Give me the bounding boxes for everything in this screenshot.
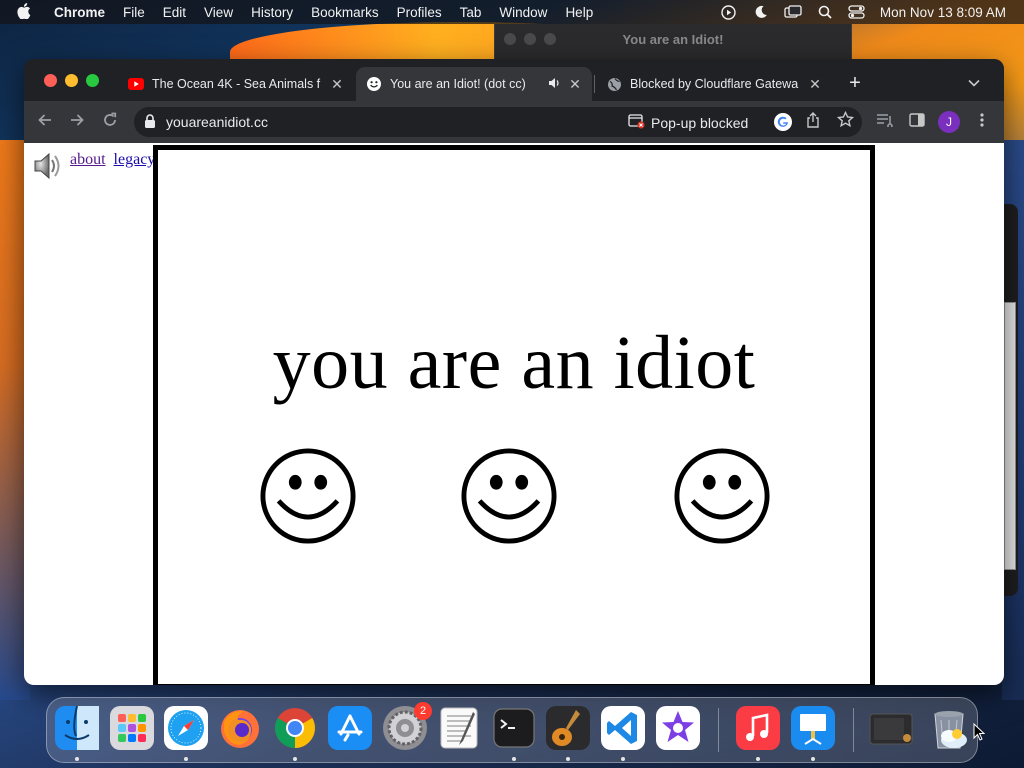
running-indicator: [293, 757, 297, 761]
menu-history[interactable]: History: [251, 5, 293, 20]
control-center-icon[interactable]: [848, 4, 866, 20]
window-controls: [44, 74, 99, 87]
side-panel-icon[interactable]: [906, 111, 928, 133]
imovie-icon[interactable]: [656, 706, 700, 750]
mouse-cursor-icon: [973, 723, 985, 741]
smiley-face-icon: [674, 448, 770, 544]
menu-profiles[interactable]: Profiles: [397, 5, 442, 20]
trash-icon[interactable]: [927, 706, 971, 750]
screen-mirroring-icon[interactable]: [784, 4, 802, 20]
dock: 2: [46, 697, 978, 763]
popup-blocked-chip[interactable]: Pop-up blocked: [628, 114, 748, 132]
back-arrow-icon[interactable]: [34, 111, 56, 133]
about-link[interactable]: about: [70, 151, 106, 168]
dock-separator: [853, 708, 854, 752]
running-indicator: [756, 757, 760, 761]
popup-blocked-label: Pop-up blocked: [651, 115, 749, 131]
garageband-icon[interactable]: [546, 706, 590, 750]
launchpad-icon[interactable]: [110, 706, 154, 750]
media-controls-icon[interactable]: [874, 111, 896, 133]
menu-window[interactable]: Window: [499, 5, 547, 20]
idiot-popup-window[interactable]: You are an Idiot!: [494, 24, 852, 60]
screenshot-folder-icon[interactable]: [869, 706, 913, 750]
running-indicator: [184, 757, 188, 761]
tab-search-chevron-icon[interactable]: [964, 73, 984, 93]
textedit-icon[interactable]: [437, 706, 481, 750]
minimize-window-button[interactable]: [65, 74, 78, 87]
tab-strip: The Ocean 4K - Sea Animals f ✕ You are a…: [24, 59, 1004, 101]
terminal-icon[interactable]: [492, 706, 536, 750]
share-icon[interactable]: [806, 112, 820, 131]
chrome-icon[interactable]: [273, 706, 317, 750]
tab-ocean[interactable]: The Ocean 4K - Sea Animals f ✕: [118, 67, 354, 101]
globe-icon: [606, 76, 622, 92]
vscode-icon[interactable]: [601, 706, 645, 750]
zoom-window-button[interactable]: [86, 74, 99, 87]
running-indicator: [811, 757, 815, 761]
menu-help[interactable]: Help: [565, 5, 593, 20]
tab-close-icon[interactable]: ✕: [804, 76, 826, 93]
running-indicator: [566, 757, 570, 761]
focus-moon-icon[interactable]: [752, 4, 770, 20]
keynote-icon[interactable]: [791, 706, 835, 750]
menu-file[interactable]: File: [123, 5, 145, 20]
tab-idiot[interactable]: You are an Idiot! (dot cc) ✕: [356, 67, 592, 101]
menu-app-name[interactable]: Chrome: [54, 5, 105, 20]
app-store-icon[interactable]: [328, 706, 372, 750]
music-icon[interactable]: [736, 706, 780, 750]
browser-toolbar: youareanidiot.cc Pop-up blocked J: [24, 101, 1004, 143]
background-window-edge[interactable]: [1004, 204, 1018, 596]
dock-separator: [718, 708, 719, 752]
tab-label: The Ocean 4K - Sea Animals f: [152, 77, 321, 91]
page-viewport: about legacy safe you are an idiot: [24, 143, 1004, 685]
tab-close-icon[interactable]: ✕: [326, 76, 348, 93]
menu-view[interactable]: View: [204, 5, 233, 20]
menu-tab[interactable]: Tab: [460, 5, 482, 20]
url-text[interactable]: youareanidiot.cc: [166, 114, 268, 130]
running-indicator: [75, 757, 79, 761]
menubar-clock[interactable]: Mon Nov 13 8:09 AM: [880, 5, 1006, 20]
spotlight-search-icon[interactable]: [816, 4, 834, 20]
forward-arrow-icon[interactable]: [66, 111, 88, 133]
tab-close-icon[interactable]: ✕: [564, 76, 586, 93]
youtube-icon: [128, 76, 144, 92]
menu-bar: Chrome File Edit View History Bookmarks …: [0, 0, 1024, 24]
smiley-face-icon: [260, 448, 356, 544]
menu-edit[interactable]: Edit: [163, 5, 186, 20]
smiley-face-icon: [461, 448, 557, 544]
idiot-headline: you are an idiot: [272, 321, 756, 405]
tab-label: Blocked by Cloudflare Gatewa: [630, 77, 799, 91]
apple-menu-icon[interactable]: [17, 2, 37, 22]
speaker-icon[interactable]: [32, 151, 64, 181]
profile-avatar[interactable]: J: [938, 111, 960, 133]
smiley-icon: [366, 76, 382, 92]
reload-icon[interactable]: [99, 111, 121, 133]
running-indicator: [621, 757, 625, 761]
more-menu-icon[interactable]: [972, 111, 992, 133]
legacy-link[interactable]: legacy: [114, 151, 156, 168]
idiot-popup-frame[interactable]: you are an idiot: [153, 145, 875, 685]
tab-label: You are an Idiot! (dot cc): [390, 77, 526, 91]
new-tab-button[interactable]: +: [844, 72, 866, 94]
google-lens-icon[interactable]: [774, 113, 792, 131]
address-bar[interactable]: youareanidiot.cc Pop-up blocked: [134, 107, 862, 137]
tab-cloudflare[interactable]: Blocked by Cloudflare Gatewa ✕: [596, 67, 832, 101]
popup-blocked-icon: [628, 114, 645, 132]
chrome-window: The Ocean 4K - Sea Animals f ✕ You are a…: [24, 59, 1004, 685]
finder-icon[interactable]: [55, 705, 99, 750]
menu-bookmarks[interactable]: Bookmarks: [311, 5, 379, 20]
bookmark-star-icon[interactable]: [836, 110, 855, 133]
play-status-icon[interactable]: [720, 4, 738, 20]
safari-icon[interactable]: [164, 706, 208, 750]
popup-window-title: You are an Idiot!: [622, 32, 724, 47]
settings-update-badge: 2: [414, 702, 432, 720]
lock-icon[interactable]: [144, 114, 158, 130]
tab-separator: [594, 75, 595, 93]
running-indicator: [512, 757, 516, 761]
firefox-icon[interactable]: [218, 706, 262, 750]
close-window-button[interactable]: [44, 74, 57, 87]
tab-audio-icon[interactable]: [548, 77, 564, 92]
